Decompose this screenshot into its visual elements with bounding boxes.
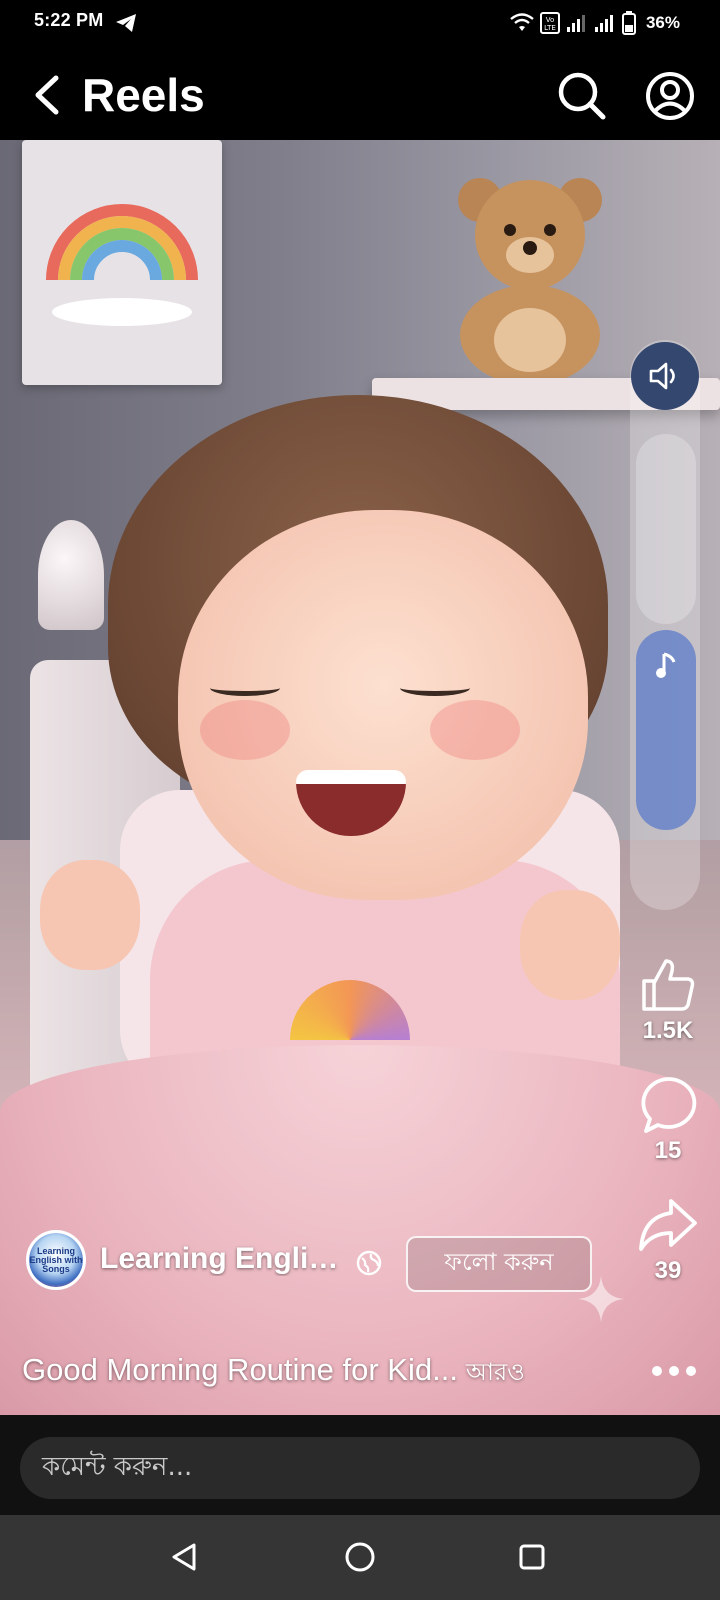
more-dot-icon: [652, 1366, 662, 1376]
battery-percent: 36%: [645, 13, 680, 32]
signal-icon: [566, 15, 585, 32]
caption-text: Good Morning Routine for Kid...: [22, 1352, 458, 1387]
svg-text:Vo: Vo: [546, 16, 555, 24]
right-eye: [400, 680, 470, 696]
search-icon[interactable]: [556, 70, 608, 122]
like-button[interactable]: 1.5K: [628, 955, 708, 1045]
caption-more-link[interactable]: আরও: [466, 1358, 525, 1386]
globe-icon: [356, 1250, 382, 1276]
comment-count: 15: [654, 1137, 682, 1164]
more-dot-icon: [686, 1366, 696, 1376]
comment-bar: কমেন্ট করুন...: [0, 1415, 720, 1515]
reels-header: Reels: [0, 46, 720, 140]
volume-icon: [649, 362, 675, 390]
right-hand: [520, 890, 620, 1000]
status-bar: 5:22 PM Vo LTE 36%: [0, 0, 720, 46]
telegram-icon: [116, 14, 136, 32]
comment-bubble-icon: [641, 1077, 697, 1133]
rainbow-poster: [22, 140, 222, 385]
back-triangle-icon[interactable]: [166, 1537, 206, 1577]
like-count: 1.5K: [642, 1017, 694, 1044]
reel-video[interactable]: [0, 140, 720, 1415]
status-time: 5:22 PM: [34, 10, 104, 30]
home-circle-icon[interactable]: [340, 1537, 380, 1577]
svg-text:LTE: LTE: [544, 24, 556, 32]
share-count: 39: [654, 1257, 682, 1284]
page-title: Reels: [82, 69, 205, 121]
left-hand: [40, 860, 140, 970]
wifi-icon: [510, 13, 534, 31]
bed-knob: [38, 520, 104, 630]
status-icons: Vo LTE 36%: [510, 10, 680, 36]
music-button[interactable]: [636, 630, 696, 830]
share-arrow-icon: [639, 1199, 697, 1251]
comment-button[interactable]: 15: [628, 1075, 708, 1165]
left-cheek: [200, 700, 290, 760]
reel-caption[interactable]: Good Morning Routine for Kid... আরও: [22, 1352, 525, 1394]
recents-square-icon[interactable]: [512, 1537, 552, 1577]
battery-icon: [621, 11, 636, 35]
volume-button[interactable]: [631, 342, 699, 410]
more-dot-icon: [669, 1366, 679, 1376]
music-note-icon: [656, 652, 676, 678]
system-nav-bar: [0, 1515, 720, 1600]
share-button[interactable]: 39: [628, 1195, 708, 1285]
left-eye: [210, 680, 280, 696]
signal-icon: [594, 15, 613, 32]
comment-input[interactable]: কমেন্ট করুন...: [20, 1437, 700, 1499]
sparkle-icon: [578, 1276, 624, 1322]
right-cheek: [430, 700, 520, 760]
back-arrow-icon[interactable]: [30, 74, 64, 116]
channel-avatar-logo: Learning English with Songs: [29, 1233, 83, 1287]
more-options-button[interactable]: [652, 1360, 700, 1382]
follow-button[interactable]: ফলো করুন: [406, 1236, 592, 1292]
volte-icon: Vo LTE: [539, 12, 560, 34]
thumbs-up-icon: [642, 959, 695, 1011]
rail-slider-track[interactable]: [636, 434, 696, 624]
profile-icon[interactable]: [644, 70, 696, 122]
teddy-bear: [458, 178, 602, 380]
channel-avatar[interactable]: Learning English with Songs: [26, 1230, 86, 1290]
channel-name[interactable]: Learning English For Kids: [100, 1242, 350, 1276]
